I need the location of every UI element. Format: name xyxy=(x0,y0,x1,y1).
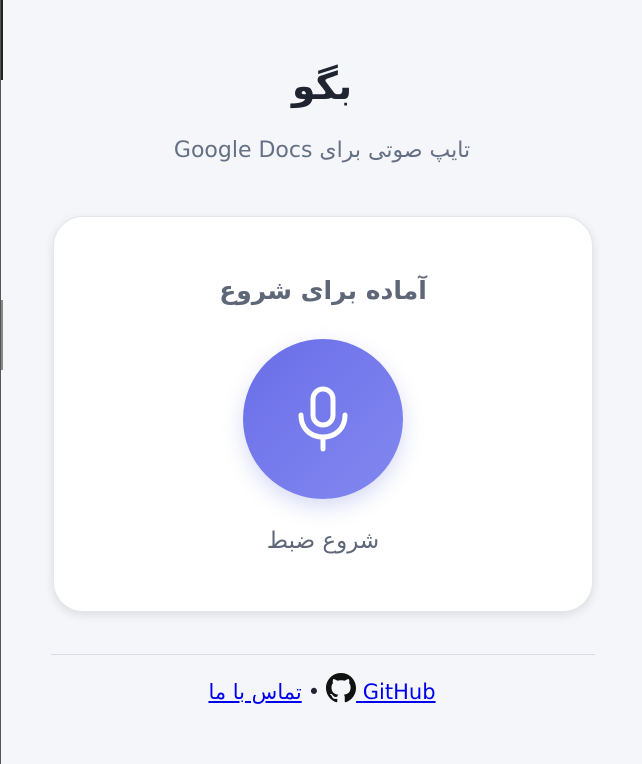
contact-link[interactable]: تماس با ما xyxy=(208,680,301,704)
recorder-card: آماده برای شروع شروع ضبط xyxy=(53,216,593,612)
microphone-icon xyxy=(298,386,348,452)
github-label: GitHub xyxy=(362,680,436,704)
footer: GitHub •تماس با ما xyxy=(1,672,642,712)
start-recording-button[interactable] xyxy=(243,339,403,499)
footer-divider xyxy=(51,654,595,655)
github-icon xyxy=(326,673,357,703)
app-subtitle: تایپ صوتی برای Google Docs xyxy=(173,138,471,163)
footer-separator: • xyxy=(307,680,321,704)
record-label: شروع ضبط xyxy=(266,528,380,554)
status-text: آماده برای شروع xyxy=(219,276,427,305)
window-edge-mark xyxy=(1,300,3,370)
extension-popup: بگو تایپ صوتی برای Google Docs آماده برا… xyxy=(0,0,642,764)
app-title: بگو xyxy=(291,64,353,108)
github-link[interactable]: GitHub xyxy=(326,672,436,712)
